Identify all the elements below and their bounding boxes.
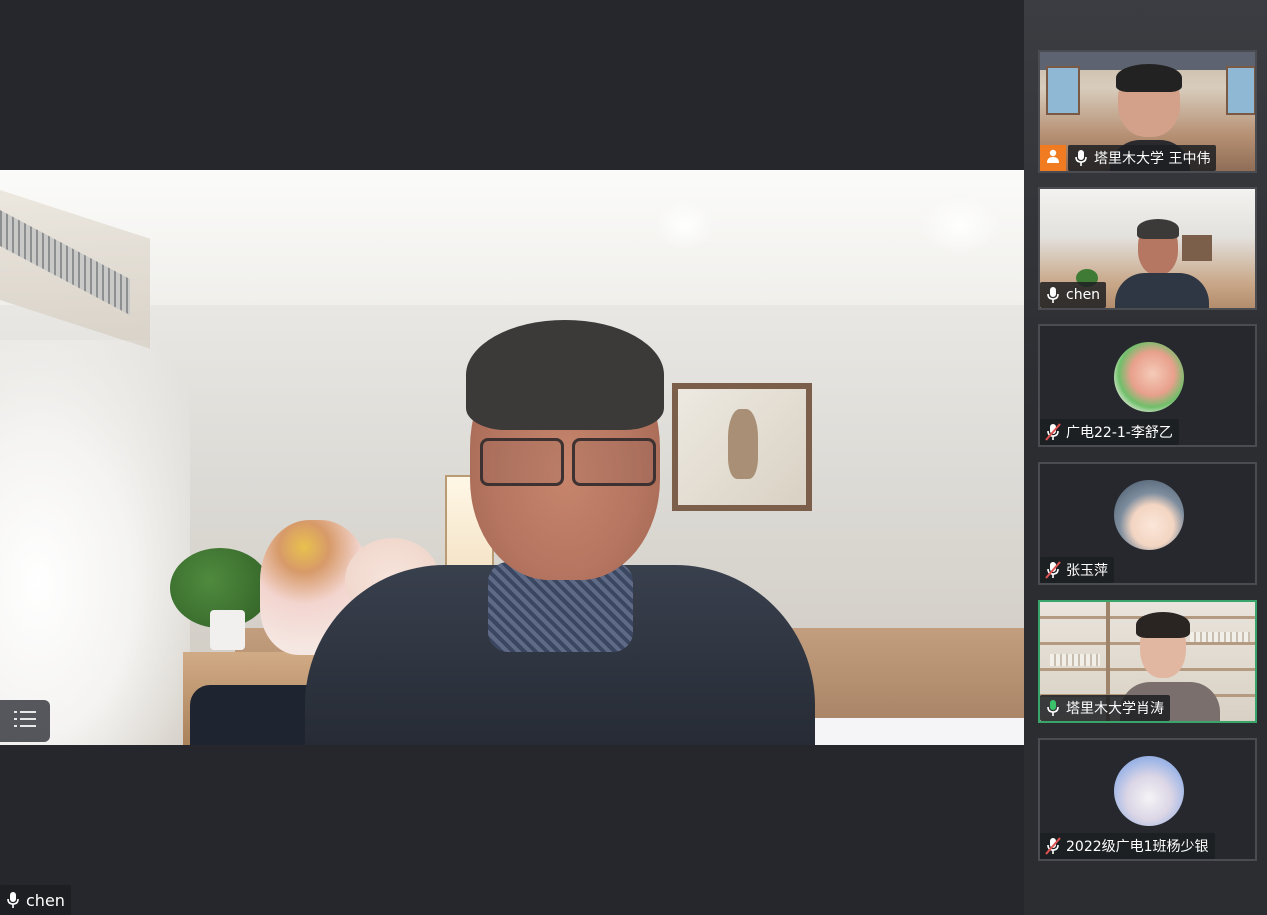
- microphone-icon: [1073, 149, 1089, 167]
- plant-pot: [210, 610, 245, 650]
- person-icon: [1045, 148, 1061, 168]
- ceiling-light: [655, 200, 715, 250]
- participant-tile[interactable]: 张玉萍: [1038, 462, 1257, 585]
- participant-name-tag: chen: [1040, 282, 1107, 308]
- host-badge: [1040, 145, 1066, 171]
- microphone-muted-icon: [1045, 837, 1061, 855]
- speaker-hair: [466, 320, 664, 430]
- main-speaker-name: chen: [26, 890, 65, 910]
- speaker-glasses: [480, 438, 656, 488]
- window-glow: [0, 340, 190, 745]
- microphone-muted-icon: [1045, 423, 1061, 441]
- participant-name-tag: 2022级广电1班杨少银: [1040, 833, 1215, 859]
- wall-painting: [672, 383, 812, 511]
- ceiling: [0, 170, 1024, 305]
- main-video-stage: chen: [0, 0, 1024, 915]
- participant-name: 塔里木大学 王中伟: [1094, 151, 1211, 167]
- participant-name: 广电22-1-李舒乙: [1066, 425, 1173, 441]
- main-speaker-name-tag: chen: [0, 885, 71, 915]
- list-menu-icon: [12, 707, 38, 735]
- bed: [810, 718, 1024, 745]
- participant-name: chen: [1066, 287, 1101, 303]
- participant-name: 2022级广电1班杨少银: [1066, 839, 1209, 855]
- microphone-icon: [1045, 286, 1061, 304]
- participant-avatar: [1114, 480, 1184, 550]
- participant-name-tag: 塔里木大学 王中伟: [1068, 145, 1217, 171]
- participant-tile[interactable]: 2022级广电1班杨少银: [1038, 738, 1257, 861]
- participant-name: 塔里木大学肖涛: [1066, 701, 1164, 717]
- participant-tile[interactable]: 塔里木大学 王中伟: [1038, 50, 1257, 173]
- microphone-speaking-icon: [1045, 699, 1061, 717]
- participant-tile[interactable]: 广电22-1-李舒乙: [1038, 324, 1257, 447]
- participant-list-button[interactable]: [0, 700, 50, 742]
- participant-avatar: [1114, 756, 1184, 826]
- participant-sidebar: 塔里木大学 王中伟 chen 广电22-1-李舒乙 张玉萍 塔里木大学肖涛 20…: [1024, 0, 1267, 915]
- microphone-icon: [5, 891, 21, 909]
- ceiling-light: [920, 195, 1000, 255]
- microphone-muted-icon: [1045, 561, 1061, 579]
- main-speaker-video[interactable]: [0, 170, 1024, 745]
- participant-avatar: [1114, 342, 1184, 412]
- participant-name-tag: 塔里木大学肖涛: [1040, 695, 1170, 721]
- participant-name-tag: 广电22-1-李舒乙: [1040, 419, 1179, 445]
- participant-name-tag: 张玉萍: [1040, 557, 1114, 583]
- participant-name: 张玉萍: [1066, 563, 1108, 579]
- participant-tile-active-speaker[interactable]: 塔里木大学肖涛: [1038, 600, 1257, 723]
- participant-tile[interactable]: chen: [1038, 187, 1257, 310]
